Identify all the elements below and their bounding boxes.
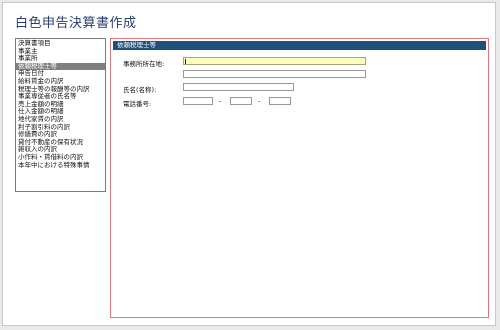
phone-input-1[interactable] [183, 97, 213, 105]
page-title: 白色申告決算書作成 [15, 16, 137, 31]
office-address-input-1[interactable] [183, 57, 366, 65]
phone-separator-1: - [219, 97, 222, 105]
phone-input-2[interactable] [230, 97, 252, 105]
phone-input-3[interactable] [269, 97, 291, 105]
sidebar-list[interactable]: 決算書項目 事業主 事業所 依頼税理士等 申告日付 給料賃金の内訳 税理士等の報… [15, 38, 106, 192]
text-cursor [185, 59, 186, 64]
phone-separator-2: - [258, 97, 261, 105]
app-window: 白色申告決算書作成 決算書項目 事業主 事業所 依頼税理士等 申告日付 給料賃金… [2, 2, 496, 326]
panel-header: 依頼税理士等 [113, 41, 486, 50]
name-label: 氏名(名称): [123, 86, 157, 94]
office-address-input-2[interactable] [183, 70, 366, 78]
name-input[interactable] [183, 83, 294, 91]
form-panel: 依頼税理士等 事務所所在地: 氏名(名称): 電話番号: - - [110, 38, 489, 318]
office-address-label: 事務所所在地: [123, 60, 165, 68]
phone-label: 電話番号: [123, 100, 152, 108]
sidebar-item-tokushu-jijo[interactable]: 本年中における特殊事情 [16, 161, 105, 170]
